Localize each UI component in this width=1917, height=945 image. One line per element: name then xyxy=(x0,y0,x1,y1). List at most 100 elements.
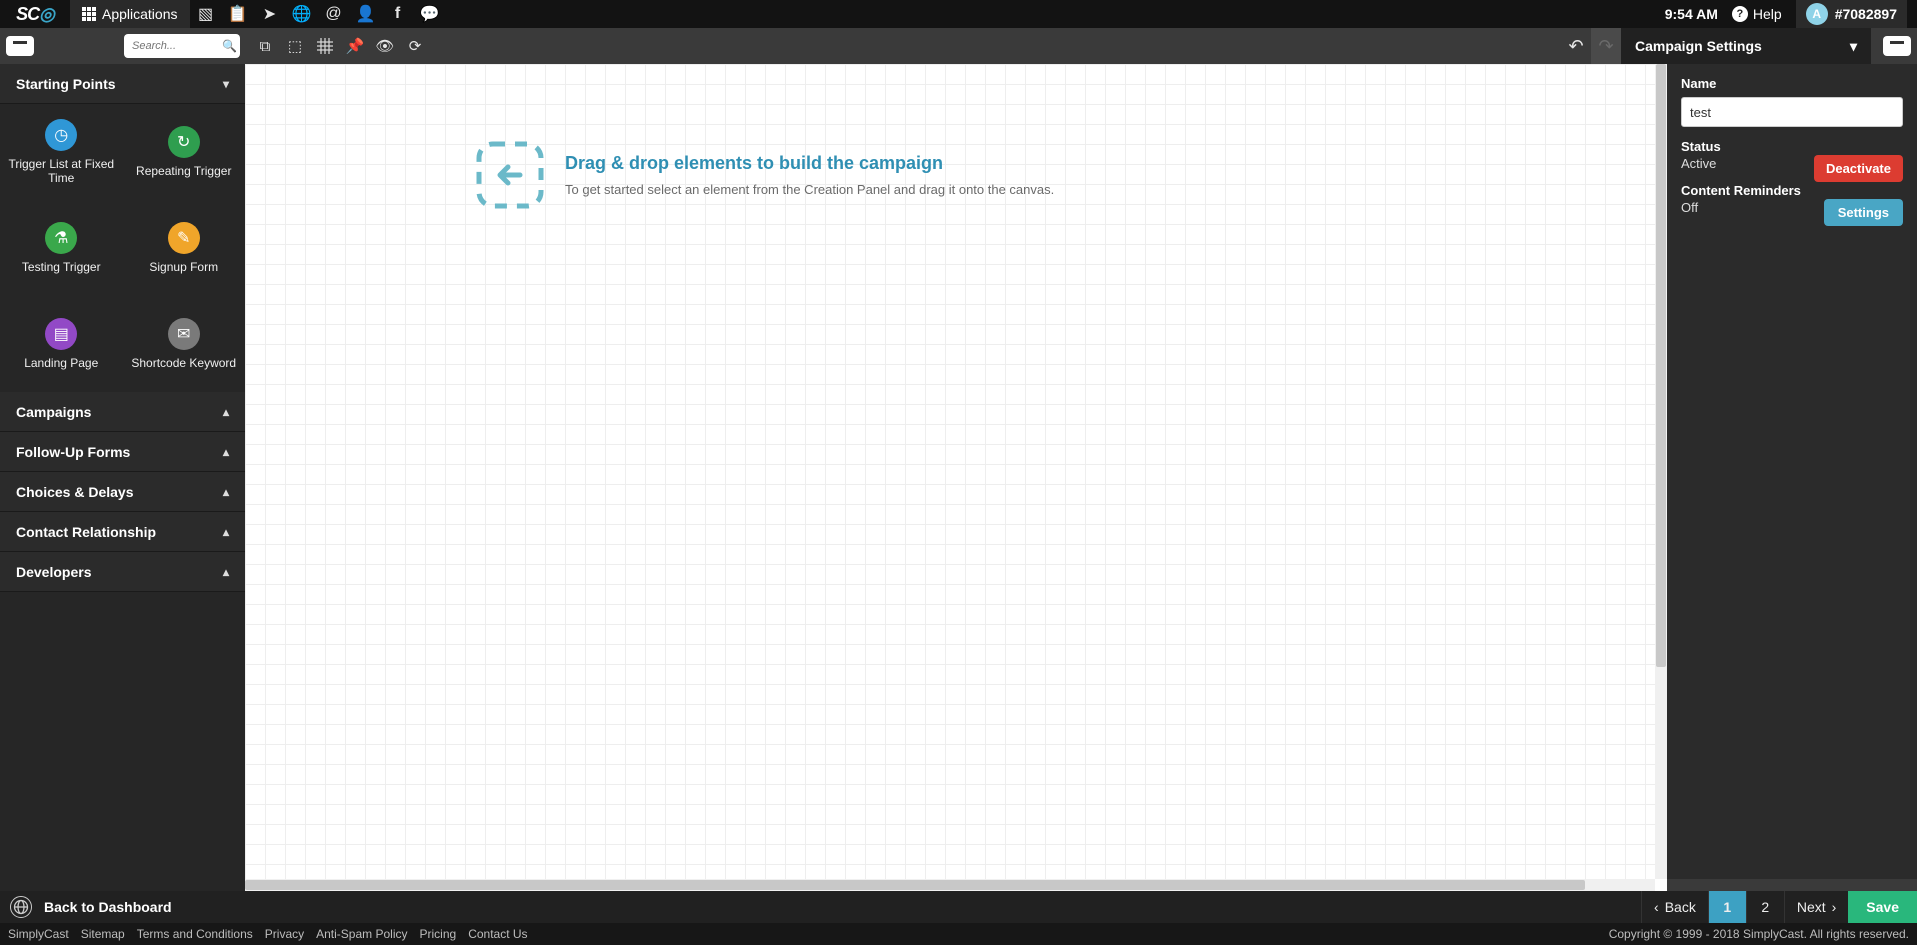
footer-link-sitemap[interactable]: Sitemap xyxy=(81,927,125,941)
applications-menu[interactable]: Applications xyxy=(70,0,190,28)
preview-icon[interactable]: 👁 xyxy=(370,28,400,64)
name-label: Name xyxy=(1681,76,1903,91)
top-channel-icons: ▧ 📋 ➤ 🌐 @ 👤 f 💬 xyxy=(190,4,446,24)
back-to-dashboard-link[interactable]: Back to Dashboard xyxy=(0,896,172,918)
select-icon[interactable]: ⬚ xyxy=(280,28,310,64)
chevron-down-icon: ▾ xyxy=(1850,38,1857,55)
search-input[interactable] xyxy=(132,40,222,52)
pager-page-2[interactable]: 2 xyxy=(1746,891,1784,923)
pager-page-1[interactable]: 1 xyxy=(1708,891,1746,923)
clipboard-icon[interactable]: 📋 xyxy=(222,4,254,24)
element-label: Testing Trigger xyxy=(22,260,101,274)
section-follow-up-forms[interactable]: Follow-Up Forms ▴ xyxy=(0,432,245,472)
save-button[interactable]: Save xyxy=(1848,891,1917,923)
at-icon[interactable]: @ xyxy=(318,5,350,23)
chevron-right-icon: › xyxy=(1832,899,1837,915)
help-link[interactable]: ? Help xyxy=(1732,6,1782,22)
footer-link-pricing[interactable]: Pricing xyxy=(420,927,457,941)
shortcode-icon: ✉ xyxy=(168,318,200,350)
scroll-thumb[interactable] xyxy=(1656,64,1666,667)
element-label: Shortcode Keyword xyxy=(131,356,236,370)
footer-link-privacy[interactable]: Privacy xyxy=(265,927,304,941)
canvas-horizontal-scrollbar[interactable] xyxy=(245,879,1655,891)
campaign-settings-panel: Name Status Active Deactivate Content Re… xyxy=(1667,64,1917,891)
chevron-left-icon: ‹ xyxy=(1654,899,1659,915)
element-testing-trigger[interactable]: ⚗ Testing Trigger xyxy=(0,200,123,296)
person-icon[interactable]: 👤 xyxy=(350,4,382,24)
pager-back-label: Back xyxy=(1665,899,1696,915)
grid-toggle-icon[interactable] xyxy=(310,28,340,64)
settings-panel-header[interactable]: Campaign Settings ▾ xyxy=(1621,28,1871,64)
help-label: Help xyxy=(1753,6,1782,22)
section-choices-delays[interactable]: Choices & Delays ▴ xyxy=(0,472,245,512)
account-id: #7082897 xyxy=(1835,6,1897,22)
canvas-vertical-scrollbar[interactable] xyxy=(1655,64,1667,879)
copy-icon[interactable]: ⧉ xyxy=(250,28,280,64)
account-chip[interactable]: A #7082897 xyxy=(1796,0,1907,28)
pager-back[interactable]: ‹ Back xyxy=(1641,891,1708,923)
refresh-icon[interactable]: ⟳ xyxy=(400,28,430,64)
element-label: Repeating Trigger xyxy=(136,164,231,178)
redo-button[interactable]: ↷ xyxy=(1591,28,1621,64)
collapse-right-button[interactable] xyxy=(1883,36,1911,56)
section-starting-points[interactable]: Starting Points ▾ xyxy=(0,64,245,104)
settings-panel-title: Campaign Settings xyxy=(1635,38,1762,54)
pin-icon[interactable]: 📌 xyxy=(340,28,370,64)
chevron-up-icon: ▴ xyxy=(223,405,229,419)
logo-ring-icon: ◎ xyxy=(39,4,54,25)
element-label: Signup Form xyxy=(149,260,218,274)
collapse-left-button[interactable] xyxy=(6,36,34,56)
canvas-tools: ⧉ ⬚ 📌 👁 ⟳ xyxy=(250,28,430,64)
canvas-empty-heading: Drag & drop elements to build the campai… xyxy=(565,153,1054,174)
section-developers[interactable]: Developers ▴ xyxy=(0,552,245,592)
chevron-up-icon: ▴ xyxy=(223,485,229,499)
help-icon: ? xyxy=(1732,6,1748,22)
element-signup-form[interactable]: ✎ Signup Form xyxy=(123,200,246,296)
scroll-thumb[interactable] xyxy=(245,880,1585,890)
section-contact-relationship[interactable]: Contact Relationship ▴ xyxy=(0,512,245,552)
pager-next[interactable]: Next › xyxy=(1784,891,1848,923)
canvas-area: Drag & drop elements to build the campai… xyxy=(245,64,1667,891)
flask-icon: ⚗ xyxy=(45,222,77,254)
search-icon: 🔍 xyxy=(222,39,237,53)
chat-icon[interactable]: 💬 xyxy=(414,4,446,24)
footer-link-terms[interactable]: Terms and Conditions xyxy=(137,927,253,941)
element-repeating-trigger[interactable]: ↻ Repeating Trigger xyxy=(123,104,246,200)
element-landing-page[interactable]: ▤ Landing Page xyxy=(0,296,123,392)
section-label: Choices & Delays xyxy=(16,484,134,500)
section-label: Developers xyxy=(16,564,91,580)
settings-horizontal-scrollbar[interactable] xyxy=(1667,879,1917,891)
main-area: Starting Points ▾ ◷ Trigger List at Fixe… xyxy=(0,64,1917,891)
field-reminders: Content Reminders Off Settings xyxy=(1681,183,1903,215)
element-trigger-list[interactable]: ◷ Trigger List at Fixed Time xyxy=(0,104,123,200)
clock-time: 9:54 AM xyxy=(1665,6,1718,22)
footer-link-simplycast[interactable]: SimplyCast xyxy=(8,927,69,941)
globe-arrow-icon[interactable]: 🌐 xyxy=(286,4,318,24)
logo[interactable]: SC◎ xyxy=(0,4,70,25)
applications-label: Applications xyxy=(102,6,178,22)
deactivate-button[interactable]: Deactivate xyxy=(1814,155,1903,182)
chevron-up-icon: ▴ xyxy=(223,565,229,579)
creation-panel: Starting Points ▾ ◷ Trigger List at Fixe… xyxy=(0,64,245,891)
footer-copyright: Copyright © 1999 - 2018 SimplyCast. All … xyxy=(1609,927,1909,941)
repeat-icon: ↻ xyxy=(168,126,200,158)
section-campaigns[interactable]: Campaigns ▴ xyxy=(0,392,245,432)
bottom-bar: Back to Dashboard ‹ Back 1 2 Next › Save xyxy=(0,891,1917,923)
campaign-canvas[interactable]: Drag & drop elements to build the campai… xyxy=(245,64,1655,879)
element-shortcode-keyword[interactable]: ✉ Shortcode Keyword xyxy=(123,296,246,392)
facebook-icon[interactable]: f xyxy=(382,5,414,23)
section-label: Contact Relationship xyxy=(16,524,156,540)
section-label: Campaigns xyxy=(16,404,91,420)
send-icon[interactable]: ➤ xyxy=(254,4,286,24)
field-name: Name xyxy=(1681,76,1903,127)
reminders-settings-button[interactable]: Settings xyxy=(1824,199,1903,226)
reminders-label: Content Reminders xyxy=(1681,183,1903,198)
undo-button[interactable]: ↶ xyxy=(1561,28,1591,64)
footer-link-antispam[interactable]: Anti-Spam Policy xyxy=(316,927,407,941)
chart-icon[interactable]: ▧ xyxy=(190,4,222,24)
footer-link-contact[interactable]: Contact Us xyxy=(468,927,527,941)
palette-search[interactable]: 🔍 xyxy=(124,34,240,58)
top-bar: SC◎ Applications ▧ 📋 ➤ 🌐 @ 👤 f 💬 9:54 AM… xyxy=(0,0,1917,28)
chevron-up-icon: ▴ xyxy=(223,525,229,539)
name-input[interactable] xyxy=(1681,97,1903,127)
